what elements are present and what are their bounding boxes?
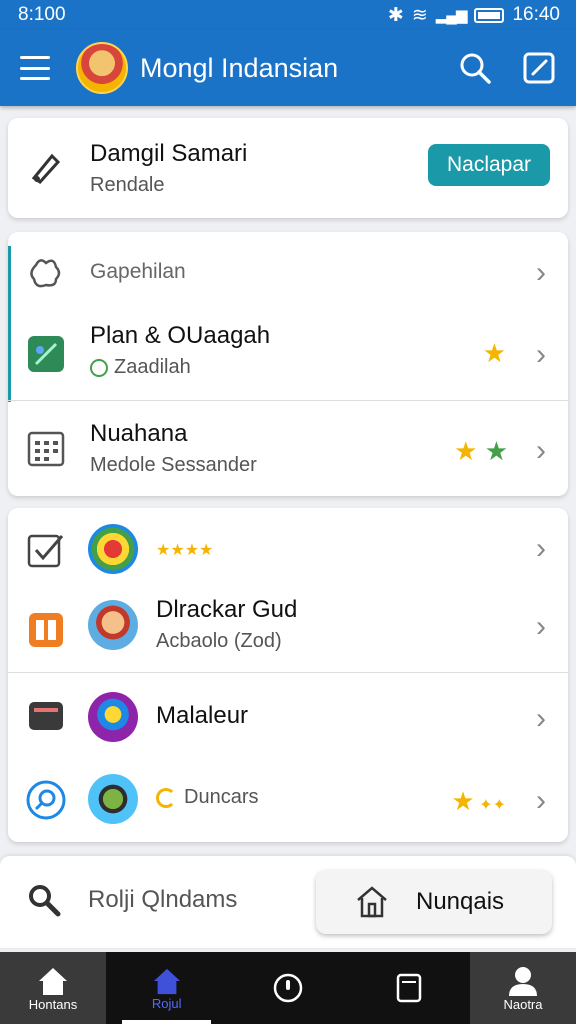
nav-profile[interactable]: Naotra [469,952,576,1024]
profile-row[interactable]: Damgil Samari Rendale Naclapar [8,118,568,218]
signal-icon: ▂▄▆ [435,7,468,24]
chevron-right-icon: › [536,256,546,289]
divider [8,400,568,401]
chevron-right-icon: › [536,784,546,817]
list-card-2: ★★★★ › Dlrackar Gud Acbaolo (Zod) › Mala… [8,508,568,842]
avatar [88,600,138,650]
star-icon: ★ [454,436,478,466]
status-clock: 16:40 [512,4,560,25]
leaf-app-icon [28,336,64,372]
search-icon[interactable] [26,882,62,918]
puzzle-icon [30,259,61,288]
search-icon[interactable] [458,51,492,85]
list-item[interactable]: Duncars ★ ✦✦ › [8,758,568,842]
list-item-subtitle: Zaadilah [114,356,191,378]
status-icons: ✱ ≋ ▂▄▆ 16:40 [388,4,560,27]
chevron-right-icon: › [536,610,546,643]
profile-name: Damgil Samari [90,140,248,167]
nav-timer[interactable] [227,952,348,1024]
nav-home-active[interactable]: Rojul [106,952,227,1024]
list-item-title: Malaleur [156,702,249,729]
list-item-title: Dlrackar Gud [156,596,298,623]
list-item[interactable]: Plan & OUaagah Zaadilah ★ › [8,314,568,402]
profile-card: Damgil Samari Rendale Naclapar [8,118,568,218]
person-icon [508,966,537,996]
list-item-subtitle: Acbaolo (Zod) [156,630,282,652]
divider [8,672,568,673]
status-time: 8:100 [18,4,66,25]
home-icon [39,967,67,995]
avatar [88,774,138,824]
list-item-subtitle: Duncars [184,786,259,808]
nav-document[interactable] [349,952,470,1024]
list-item-title: Nuahana [90,420,188,447]
rating-stars: ★★★★ [156,542,214,559]
rating-stars: ★ ★ [454,436,508,467]
profile-subtitle: Rendale [90,174,165,196]
list-item[interactable]: Malaleur › [8,674,568,758]
battery-icon [474,7,505,23]
loading-icon [156,787,176,808]
star-icon: ★ [484,436,508,466]
list-card-1: Gapehilan › Plan & OUaagah Zaadilah ★ › [8,232,568,496]
search-circle-icon [26,780,66,820]
bluetooth-icon: ✱ [387,4,404,26]
avatar[interactable] [76,42,128,94]
status-bar: 8:100 ✱ ≋ ▂▄▆ 16:40 [0,0,576,30]
chevron-right-icon: › [536,702,546,735]
wifi-icon: ≋ [411,4,428,26]
primary-button-label: Nunqais [416,888,505,915]
avatar [88,524,138,574]
active-indicator [122,1020,212,1024]
chevron-right-icon: › [536,532,546,565]
list-item-title: Gapehilan [90,260,186,283]
chevron-right-icon: › [536,338,546,371]
menu-icon[interactable] [20,56,50,80]
star-icon: ✦✦ [474,797,506,814]
rating-stars: ★ [483,338,506,369]
nav-label: Naotra [503,996,543,1012]
search-field[interactable]: Rolji Qlndams [88,886,237,914]
status-dot-icon [90,358,108,377]
list-item-subtitle: Medole Sessander [90,454,257,476]
list-item[interactable]: Dlrackar Gud Acbaolo (Zod) › [8,592,568,672]
bottom-action-panel: Rolji Qlndams Nunqais [0,856,576,948]
pen-icon [31,153,61,184]
document-icon [397,973,422,1003]
app-title: Mongl Indansian [140,52,339,83]
edit-icon[interactable] [522,51,556,85]
list-item[interactable]: Gapehilan › [8,232,568,314]
list-item[interactable]: ★★★★ › [8,508,568,592]
list-item[interactable]: Nuahana Medole Sessander ★ ★ › [8,402,568,496]
primary-button[interactable]: Nunqais [316,870,552,934]
nav-label: Rojul [151,995,182,1011]
nav-home[interactable]: Hontans [0,952,106,1024]
rating-stars: ★ ✦✦ [451,786,506,817]
star-icon: ★ [482,338,506,368]
avatar [88,692,138,742]
chevron-right-icon: › [536,434,546,467]
star-icon: ★ [451,786,475,816]
profile-action-button[interactable]: Naclapar [428,144,550,186]
bottom-nav: Hontans Rojul Naotra [0,952,576,1024]
nav-label: Hontans [28,996,78,1012]
checkbox-edit-icon [27,534,64,568]
app-bar: Mongl Indansian [0,30,576,106]
list-item-title: Plan & OUaagah [90,322,271,349]
timer-icon [273,973,303,1003]
calendar-icon [27,431,65,467]
book-icon [29,613,63,647]
house-icon [357,886,387,918]
home-icon [153,968,180,994]
wallet-icon [29,702,63,730]
